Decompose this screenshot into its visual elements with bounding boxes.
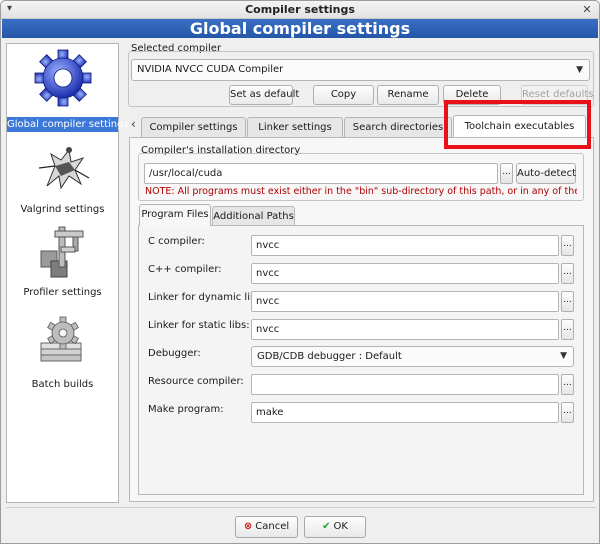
linker-dynamic-input[interactable]: nvcc [251,291,559,312]
make-program-input[interactable]: make [251,402,559,423]
cpp-compiler-browse-button[interactable]: ... [561,263,574,284]
selected-compiler-select[interactable]: NVIDIA NVCC CUDA Compiler ▼ [131,59,590,81]
set-as-default-button[interactable]: Set as default [229,85,299,105]
cancel-icon: ⊗ [243,521,253,532]
copy-button[interactable]: Copy [313,85,374,105]
tab-additional-paths[interactable]: Additional Paths [212,206,295,226]
banner-title: Global compiler settings [2,19,598,38]
cancel-button[interactable]: ⊗ Cancel [235,516,298,538]
sidebar-item-label: Batch builds [31,379,94,390]
title-bar: ▾ Compiler settings ✕ [1,1,599,19]
compiler-settings-window: ▾ Compiler settings ✕ Global compiler se… [0,0,600,544]
debugger-value: GDB/CDB debugger : Default [257,351,402,362]
tab-scroll-left-icon[interactable]: ‹ [131,117,136,131]
sidebar-item-batch-builds[interactable]: Batch builds [7,311,118,401]
chevron-down-icon: ▼ [560,351,567,361]
c-compiler-browse-button[interactable]: ... [561,235,574,256]
tab-linker-settings[interactable]: Linker settings [247,117,343,137]
c-compiler-label: C compiler: [148,236,205,247]
sidebar-item-profiler-settings[interactable]: Profiler settings [7,221,118,311]
make-program-browse-button[interactable]: ... [561,402,574,423]
tab-program-files[interactable]: Program Files [139,204,211,226]
valgrind-icon [38,147,90,190]
cpp-compiler-input[interactable]: nvcc [251,263,559,284]
resource-compiler-input[interactable] [251,374,559,395]
make-program-label: Make program: [148,404,224,415]
profiler-icon [40,226,84,278]
debugger-label: Debugger: [148,348,201,359]
check-icon: ✔ [322,521,331,532]
ok-button[interactable]: ✔ OK [304,516,366,538]
linker-static-input[interactable]: nvcc [251,319,559,340]
debugger-select[interactable]: GDB/CDB debugger : Default ▼ [251,346,574,367]
sidebar-item-label: Profiler settings [23,287,102,298]
tab-search-directories[interactable]: Search directories [344,117,452,137]
tab-toolchain-executables[interactable]: Toolchain executables [453,115,586,137]
cancel-label: Cancel [255,521,290,532]
tab-compiler-settings[interactable]: Compiler settings [141,117,246,137]
sidebar-item-valgrind-settings[interactable]: Valgrind settings [7,136,118,221]
window-title: Compiler settings [245,3,355,16]
settings-sidebar: Global compiler settings Valgrind settin… [6,43,129,503]
sidebar-item-global-compiler-settings[interactable]: Global compiler settings [7,44,129,136]
cpp-compiler-label: C++ compiler: [148,264,222,275]
install-dir-browse-button[interactable]: ... [500,163,513,184]
resource-compiler-label: Resource compiler: [148,376,244,387]
rename-button[interactable]: Rename [377,85,439,105]
linker-dynamic-label: Linker for dynamic libs: [148,292,265,303]
batch-builds-icon [40,316,82,362]
auto-detect-button[interactable]: Auto-detect [516,163,576,184]
close-icon[interactable]: ✕ [580,3,594,17]
linker-dynamic-browse-button[interactable]: ... [561,291,574,312]
sidebar-item-label: Global compiler settings [7,117,129,132]
resource-compiler-browse-button[interactable]: ... [561,374,574,395]
gear-icon [34,49,92,107]
ok-label: OK [333,521,348,532]
bottom-separator [6,507,596,508]
install-dir-note: NOTE: All programs must exist either in … [145,186,577,197]
install-dir-input[interactable]: /usr/local/cuda [144,163,498,184]
c-compiler-input[interactable]: nvcc [251,235,559,256]
linker-static-label: Linker for static libs: [148,320,250,331]
chevron-down-icon: ▼ [576,65,583,75]
selected-compiler-value: NVIDIA NVCC CUDA Compiler [137,64,284,75]
sidebar-item-label: Valgrind settings [20,204,105,215]
linker-static-browse-button[interactable]: ... [561,319,574,340]
